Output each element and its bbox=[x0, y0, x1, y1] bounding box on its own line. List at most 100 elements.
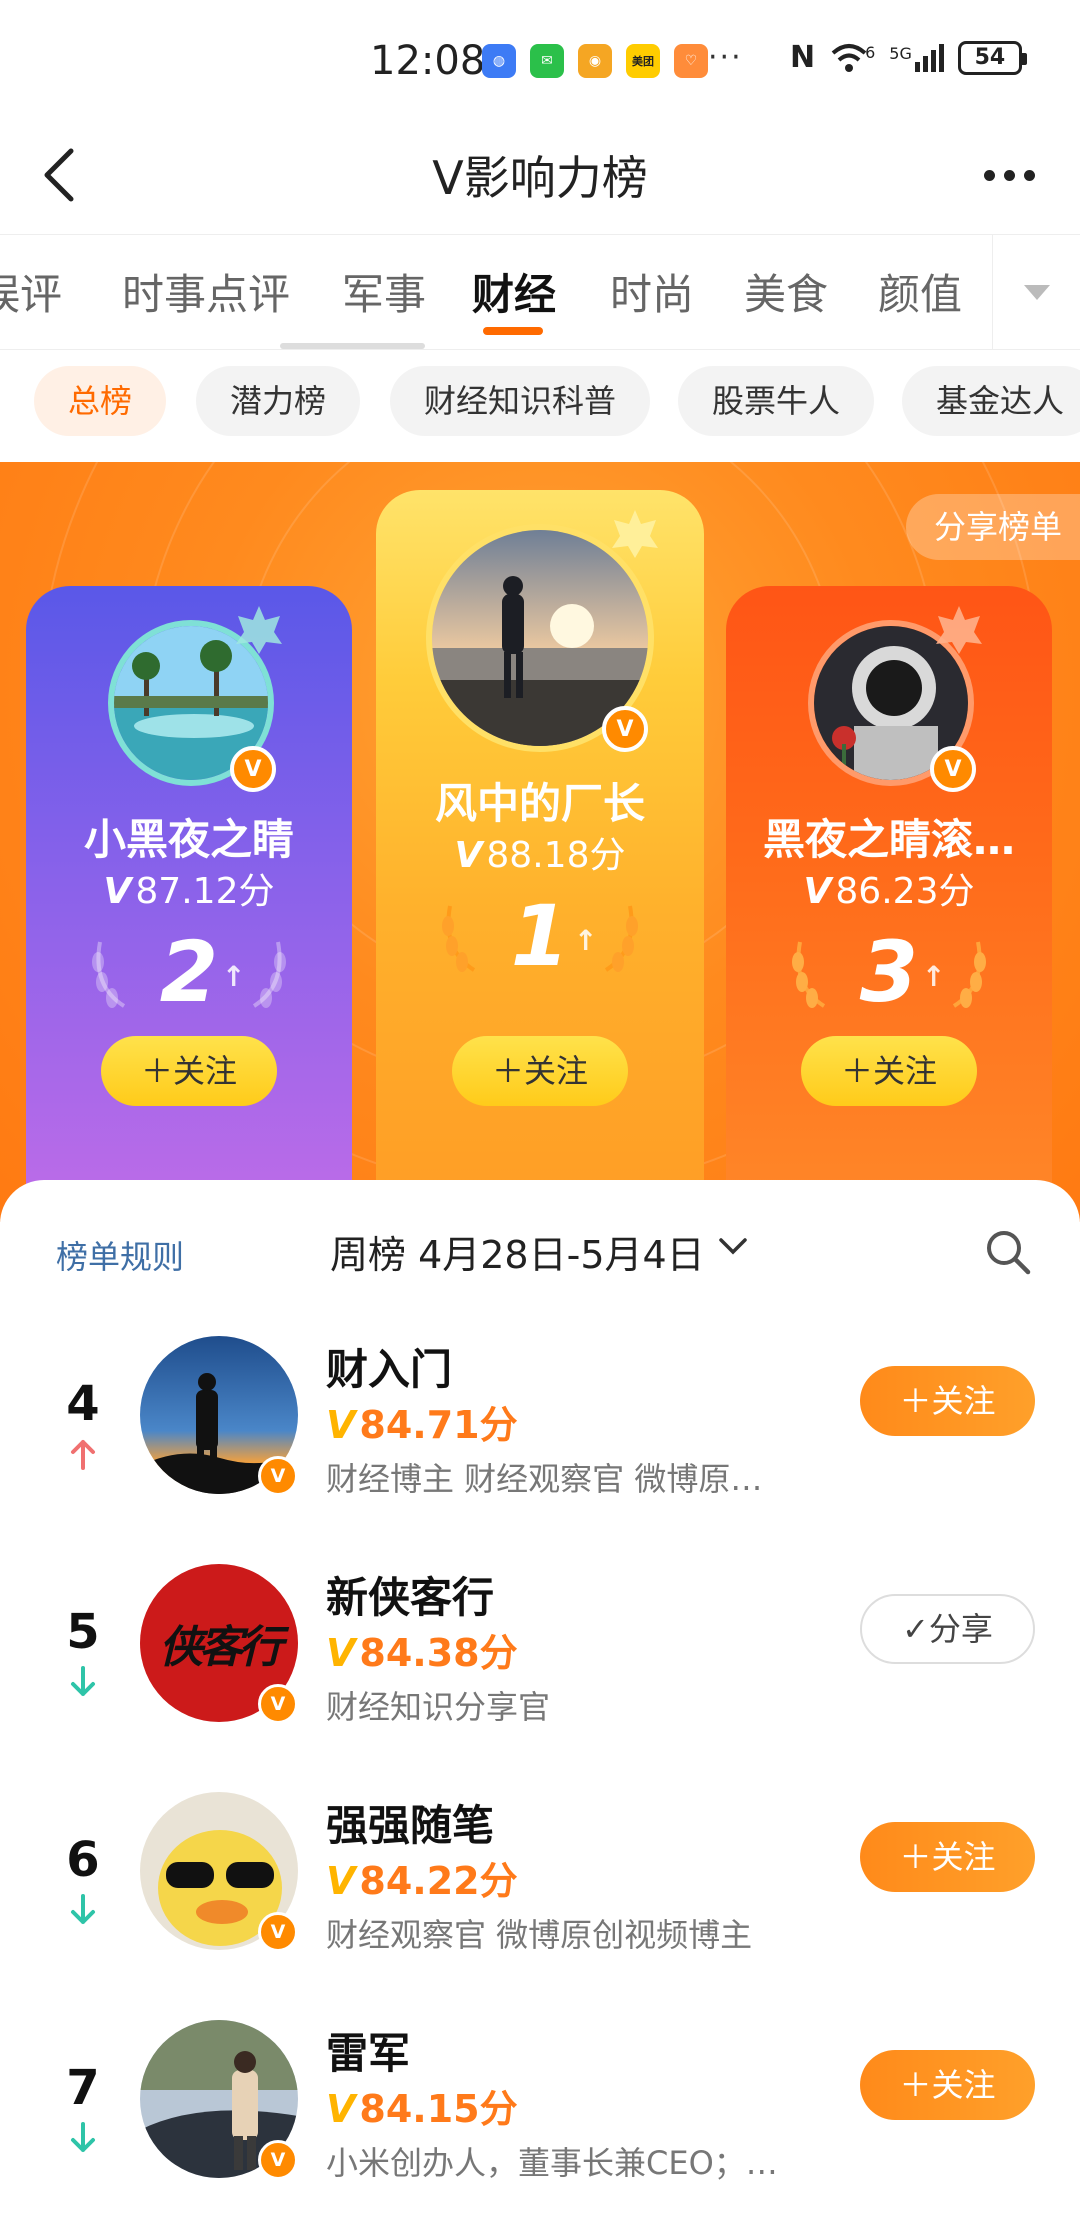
laurel-right-icon bbox=[604, 905, 638, 972]
rank-number: 7 bbox=[66, 2060, 100, 2116]
podium-name: 小黑夜之睛 bbox=[83, 815, 294, 864]
v-mark: V bbox=[326, 1403, 356, 1447]
rank-number: 2 bbox=[159, 923, 219, 1021]
user-description: 财经观察官 微博原创视频博主 bbox=[326, 1916, 753, 1954]
trend-up-icon: ↑ bbox=[222, 960, 246, 993]
subtab-potential[interactable]: 潜力榜 bbox=[196, 366, 361, 436]
verified-badge: V bbox=[930, 746, 976, 792]
orange-app-icon: ♡ bbox=[674, 44, 708, 78]
user-description: 财经知识分享官 bbox=[326, 1688, 551, 1726]
user-name[interactable]: 财入门 bbox=[326, 1336, 452, 1397]
rank-number: 5 bbox=[66, 1604, 100, 1660]
tab-current-affairs[interactable]: 时事点评 bbox=[122, 261, 290, 322]
more-dot-icon bbox=[1003, 169, 1015, 181]
subtab-overall[interactable]: 总榜 bbox=[34, 366, 167, 436]
user-name[interactable]: 雷军 bbox=[326, 2020, 410, 2081]
chevron-down-icon[interactable] bbox=[718, 1236, 748, 1256]
podium-card-rank-1[interactable]: V 风中的厂长 V 88.18分 1 ↑ ＋关注 bbox=[376, 490, 704, 1222]
v-mark: V bbox=[326, 1859, 356, 1903]
follow-button[interactable]: ＋关注 bbox=[860, 2050, 1035, 2120]
tab-scrollbar bbox=[280, 343, 425, 349]
user-name[interactable]: 强强随笔 bbox=[326, 1792, 494, 1853]
tab-fashion[interactable]: 时尚 bbox=[610, 261, 694, 322]
user-description: 小米创办人，董事长兼CEO；… bbox=[326, 2144, 778, 2182]
list-item[interactable]: 6 V 强强随笔 V 84.22分 财经观察官 微博原创视频博主 ＋关注 bbox=[0, 1756, 1080, 1984]
follow-button[interactable]: ＋关注 bbox=[860, 1366, 1035, 1436]
period-selector[interactable]: 周榜 4月28日-5月4日 bbox=[330, 1224, 705, 1279]
subtab-stock-experts[interactable]: 股票牛人 bbox=[678, 366, 875, 436]
share-list-button[interactable]: 分享榜单 bbox=[905, 494, 1080, 560]
active-tab-indicator bbox=[483, 327, 543, 335]
category-tabs: 娱评 时事点评 军事 财经 时尚 美食 颜值 bbox=[0, 234, 1080, 350]
verified-badge: V bbox=[230, 746, 276, 792]
list-item[interactable]: 5 侠客行 V 新侠客行 V 84.38分 财经知识分享官 ✓分享 bbox=[0, 1528, 1080, 1756]
user-name[interactable]: 新侠客行 bbox=[326, 1564, 494, 1625]
user-description: 财经博主 财经观察官 微博原… bbox=[326, 1460, 763, 1498]
laurel-right-icon bbox=[952, 941, 986, 1008]
weibo-icon: ◉ bbox=[578, 44, 612, 78]
verified-badge: V bbox=[258, 1456, 298, 1496]
verified-badge: V bbox=[258, 2140, 298, 2180]
list-item[interactable]: 7 V 雷军 V 84.15分 小米创办人，董事长兼CEO；… ＋关注 bbox=[0, 1984, 1080, 2212]
tab-finance[interactable]: 财经 bbox=[472, 261, 556, 322]
avatar-logo-text: 侠客行 bbox=[159, 1622, 283, 1673]
trend-up-icon: ↑ bbox=[922, 960, 946, 993]
v-mark: V bbox=[326, 1631, 356, 1675]
influence-score: V 84.38分 bbox=[326, 1622, 518, 1677]
meituan-icon: 美团 bbox=[626, 44, 660, 78]
rank-number: 3 bbox=[859, 923, 919, 1021]
podium-section: 分享榜单 V 小黑夜之睛 V 87.12分 2 ↑ ＋关注 V 风中的厂长 V … bbox=[0, 462, 1080, 1222]
list-item[interactable]: 4 V 财入门 V 84.71分 财经博主 财经观察官 微博原… ＋关注 bbox=[0, 1300, 1080, 1528]
tab-military[interactable]: 军事 bbox=[342, 261, 426, 322]
tab-entertainment-review[interactable]: 娱评 bbox=[0, 261, 62, 322]
tab-food[interactable]: 美食 bbox=[744, 261, 828, 322]
more-options-button[interactable] bbox=[964, 140, 1054, 210]
tab-looks[interactable]: 颜值 bbox=[878, 261, 962, 322]
verified-badge: V bbox=[602, 706, 648, 752]
podium-name: 风中的厂长 bbox=[434, 779, 645, 828]
follow-button[interactable]: ＋关注 bbox=[452, 1036, 628, 1106]
wifi-icon: 6 bbox=[829, 43, 875, 73]
status-bar: 12:08 ◍ ✉ ◉ 美团 ♡ ··· N 6 5G 54 bbox=[0, 0, 1080, 120]
influence-score: V 84.22分 bbox=[326, 1850, 518, 1905]
rank-block: 1 ↑ bbox=[376, 886, 704, 986]
nfc-icon: N bbox=[790, 40, 816, 75]
share-button[interactable]: ✓分享 bbox=[860, 1594, 1035, 1664]
score-value: 84.71分 bbox=[359, 1403, 518, 1447]
rank-block: 3 ↑ bbox=[726, 922, 1052, 1022]
trend-down-icon bbox=[71, 2122, 95, 2152]
ranking-list-sheet: 榜单规则 周榜 4月28日-5月4日 4 V 财入门 V 84.71分 财经博主 … bbox=[0, 1180, 1080, 2227]
podium-score-value: 88.18分 bbox=[486, 835, 626, 876]
subtab-fund-experts[interactable]: 基金达人 bbox=[902, 366, 1080, 436]
cellular-icon: 5G bbox=[889, 43, 944, 72]
wechat-icon: ✉ bbox=[530, 44, 564, 78]
score-value: 84.22分 bbox=[359, 1859, 518, 1903]
follow-button[interactable]: ＋关注 bbox=[860, 1822, 1035, 1892]
podium-score-value: 86.23分 bbox=[835, 871, 975, 912]
trend-down-icon bbox=[71, 1666, 95, 1696]
chevron-down-icon bbox=[1023, 284, 1050, 300]
rank-number: 6 bbox=[66, 1832, 100, 1888]
expand-tabs-button[interactable] bbox=[992, 235, 1080, 349]
podium-card-rank-2[interactable]: V 小黑夜之睛 V 87.12分 2 ↑ ＋关注 bbox=[26, 586, 352, 1222]
page-title: V影响力榜 bbox=[432, 151, 648, 205]
blue-app-icon: ◍ bbox=[482, 44, 516, 78]
follow-button[interactable]: ＋关注 bbox=[101, 1036, 277, 1106]
trend-down-icon bbox=[71, 1894, 95, 1924]
rank-number: 1 bbox=[510, 887, 570, 985]
laurel-right-icon bbox=[252, 941, 286, 1008]
more-dot-icon bbox=[1023, 169, 1035, 181]
trend-up-icon: ↑ bbox=[574, 924, 598, 957]
wifi-label: 6 bbox=[865, 42, 876, 62]
v-mark: V bbox=[454, 835, 483, 876]
subtab-finance-knowledge[interactable]: 财经知识科普 bbox=[390, 366, 651, 436]
search-button[interactable] bbox=[980, 1224, 1036, 1280]
trend-up-icon bbox=[71, 1440, 95, 1470]
battery-indicator: 54 bbox=[957, 40, 1027, 75]
follow-button[interactable]: ＋关注 bbox=[801, 1036, 977, 1106]
rules-link[interactable]: 榜单规则 bbox=[56, 1232, 184, 1278]
podium-card-rank-3[interactable]: V 黑夜之睛滚… V 86.23分 3 ↑ ＋关注 bbox=[726, 586, 1052, 1222]
notification-icons: ◍ ✉ ◉ 美团 ♡ bbox=[482, 44, 708, 78]
influence-score: V 84.71分 bbox=[326, 1394, 518, 1449]
verified-badge: V bbox=[258, 1912, 298, 1952]
